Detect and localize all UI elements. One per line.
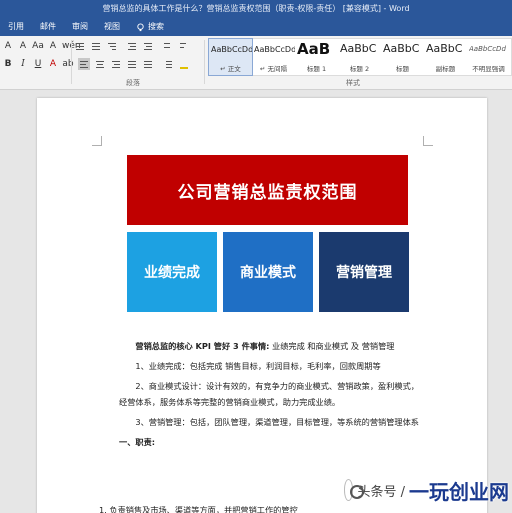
bold-button[interactable]: B	[2, 58, 14, 70]
card-marketing-management: 营销管理	[319, 232, 409, 312]
paragraph-group	[74, 40, 202, 76]
kpi-paragraph: 营销总监的核心 KPI 管好 3 件事情: 业绩完成 和商业模式 及 营销管理	[119, 338, 421, 354]
align-right-icon[interactable]	[110, 58, 122, 70]
style-name: 标题 1	[306, 65, 327, 73]
style-sample: AaBbC	[426, 42, 463, 55]
multilevel-list-icon[interactable]	[106, 40, 118, 52]
decrease-indent-icon[interactable]	[126, 40, 138, 52]
card-label: 商业模式	[240, 265, 296, 281]
grow-font-button[interactable]: A	[2, 40, 14, 52]
style-name: ↵ 无间隔	[259, 65, 287, 73]
style-sample: AaB	[297, 40, 331, 58]
style-name: 标题	[396, 65, 409, 73]
document-page[interactable]: 公司营销总监责权范围 业绩完成 商业模式 营销管理 营销总监的核心 KPI 管好…	[37, 98, 487, 513]
increase-indent-icon[interactable]	[142, 40, 154, 52]
list-item: 1. 负责销售及市场、渠道等方面，并把营销工作的管控	[99, 505, 298, 513]
tab-mailings[interactable]: 邮件	[32, 18, 64, 36]
italic-button[interactable]: I	[17, 58, 29, 70]
shading-icon[interactable]	[178, 58, 190, 70]
clear-format-button[interactable]: A	[47, 40, 59, 52]
justify-icon[interactable]	[126, 58, 138, 70]
item-paragraph: 3、营销管理：包括，团队管理，渠道管理，目标管理，等系统的营销管理体系	[135, 417, 419, 427]
card-label: 营销管理	[336, 265, 392, 281]
styles-gallery: AaBbCcDd ↵ 正文 AaBbCcDd ↵ 无间隔 AaB 标题 1 Aa…	[208, 38, 512, 76]
kpi-intro-rest: 业绩完成 和商业模式 及 营销管理	[269, 341, 395, 351]
style-sample: AaBbCcDd	[469, 45, 506, 53]
style-title[interactable]: AaBbC 标题	[381, 39, 424, 75]
group-divider	[204, 40, 205, 84]
paragraph-group-label: 段落	[126, 79, 140, 87]
watermark-logo-icon	[344, 479, 366, 501]
watermark-prefix: 头条号 /	[357, 484, 405, 500]
font-row-2: B I U A ab	[2, 58, 74, 70]
style-name: 标题 2	[349, 65, 370, 73]
styles-group-label: 样式	[346, 79, 360, 87]
distributed-icon[interactable]	[142, 58, 154, 70]
card-business-model: 商业模式	[223, 232, 313, 312]
style-sample: AaBbC	[383, 42, 420, 55]
search-label: 搜索	[148, 22, 164, 31]
underline-button[interactable]: U	[32, 58, 44, 70]
kpi-intro-bold: 营销总监的核心 KPI 管好 3 件事情:	[135, 341, 270, 351]
watermark: 头条号 / 一玩创业网	[344, 470, 509, 510]
style-name: ↵ 正文	[220, 65, 241, 73]
style-heading-1[interactable]: AaB 标题 1	[295, 39, 338, 75]
font-color-button[interactable]: A	[47, 58, 59, 70]
card-performance: 业绩完成	[127, 232, 217, 312]
item-paragraph: 1、业绩完成：包括完成 销售目标，利润目标，毛利率，回款周期等	[135, 361, 381, 371]
crop-mark	[92, 136, 102, 146]
align-left-icon[interactable]	[78, 58, 90, 70]
style-name: 不明显强调	[472, 65, 505, 73]
crop-mark	[423, 136, 433, 146]
style-sample: AaBbCcDd	[254, 45, 295, 54]
section-heading: 一、职责:	[119, 437, 156, 447]
bullets-icon[interactable]	[74, 40, 86, 52]
style-no-spacing[interactable]: AaBbCcDd ↵ 无间隔	[252, 39, 295, 75]
document-body: 营销总监的核心 KPI 管好 3 件事情: 业绩完成 和商业模式 及 营销管理 …	[119, 338, 421, 454]
style-normal[interactable]: AaBbCcDd ↵ 正文	[208, 38, 253, 76]
numbering-icon[interactable]	[90, 40, 102, 52]
style-subtitle[interactable]: AaBbC 副标题	[424, 39, 467, 75]
style-sample: AaBbCcDd	[211, 45, 252, 54]
phonetic-guide-button[interactable]: wén	[62, 40, 81, 52]
highlight-button[interactable]: ab	[62, 58, 74, 70]
align-center-icon[interactable]	[94, 58, 106, 70]
ribbon: A A Aa A wén B I U A ab 段落 样式 AaBbCcDd ↵…	[0, 36, 512, 90]
title-bar: 营销总监的具体工作是什么？营销总监责权范围（职责-权限-责任） [兼容模式] -…	[0, 0, 512, 36]
tab-review[interactable]: 审阅	[64, 18, 96, 36]
card-label: 业绩完成	[144, 265, 200, 281]
title-banner: 公司营销总监责权范围	[127, 155, 408, 225]
window-title: 营销总监的具体工作是什么？营销总监责权范围（职责-权限-责任） [兼容模式] -…	[102, 4, 410, 13]
tell-me-search[interactable]: 搜索	[128, 18, 172, 36]
item-paragraph: 2、商业模式设计：设计有效的，有竞争力的商业模式、营销政策，盈利模式，经营体系，…	[119, 381, 419, 407]
show-marks-icon[interactable]	[178, 40, 190, 52]
sort-icon[interactable]	[162, 40, 174, 52]
style-subtle-emphasis[interactable]: AaBbCcDd 不明显强调	[467, 39, 510, 75]
banner-text: 公司营销总监责权范围	[177, 182, 358, 203]
ribbon-tabs: 引用 邮件 审阅 视图 搜索	[0, 18, 172, 36]
font-row-1: A A Aa A wén	[2, 40, 81, 52]
lightbulb-icon	[137, 22, 144, 31]
tab-references[interactable]: 引用	[0, 18, 32, 36]
document-canvas[interactable]: 公司营销总监责权范围 业绩完成 商业模式 营销管理 营销总监的核心 KPI 管好…	[0, 90, 512, 513]
shrink-font-button[interactable]: A	[17, 40, 29, 52]
style-sample: AaBbC	[340, 42, 377, 55]
change-case-button[interactable]: Aa	[32, 40, 44, 52]
tab-view[interactable]: 视图	[96, 18, 128, 36]
line-spacing-icon[interactable]	[162, 58, 174, 70]
group-divider	[71, 40, 72, 84]
watermark-brand: 一玩创业网	[409, 479, 509, 504]
style-name: 副标题	[435, 65, 456, 73]
style-heading-2[interactable]: AaBbC 标题 2	[338, 39, 381, 75]
